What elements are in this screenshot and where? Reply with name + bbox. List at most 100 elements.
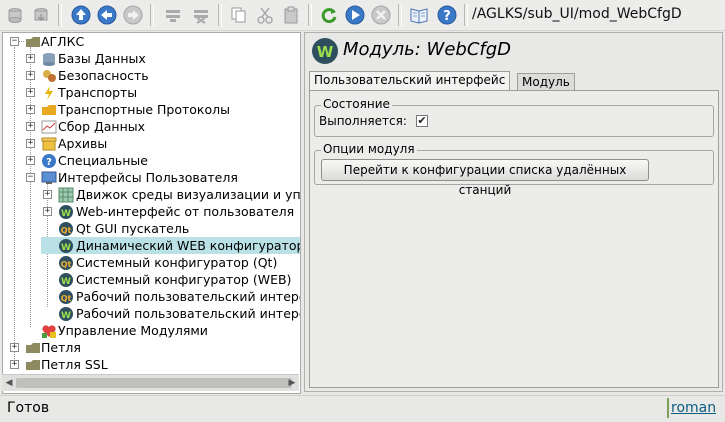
web-module-icon: W <box>59 273 73 287</box>
copy-icon[interactable] <box>228 4 250 26</box>
tree-item-module-management[interactable]: Управление Модулями <box>3 322 300 339</box>
play-icon[interactable] <box>344 4 366 26</box>
tree-item-label: Безопасность <box>58 68 149 83</box>
tab-content: Состояние Выполняется: ✔ Опции модуля Пе… <box>309 90 719 388</box>
expand-toggle[interactable]: + <box>10 343 19 352</box>
options-group: Опции модуля Перейти к конфигурации спис… <box>314 142 714 197</box>
tree-item-system-configurator-qt[interactable]: Qt Системный конфигуратор (Qt) <box>3 254 300 271</box>
expand-toggle[interactable]: + <box>26 88 35 97</box>
tree-item-loop-ssl[interactable]: + Петля SSL <box>3 356 300 373</box>
tree-item-webcfgd[interactable]: W Динамический WEB конфигуратор <box>41 237 300 254</box>
folder-icon <box>26 37 40 47</box>
tree-item-transports[interactable]: + Транспорты <box>3 84 300 101</box>
expand-toggle[interactable]: + <box>10 360 19 369</box>
db-save-icon[interactable] <box>30 4 52 26</box>
tree-item-label: Динамический WEB конфигуратор <box>76 238 301 253</box>
qt-module-icon: Qt <box>59 222 73 236</box>
tree-item-work-ui-web[interactable]: W Рабочий пользовательский интерф <box>3 305 300 322</box>
tree-item-special[interactable]: + ? Специальные <box>3 152 300 169</box>
tree-item-label: Системный конфигуратор (Qt) <box>76 255 278 270</box>
grid-icon <box>58 187 74 203</box>
svg-text:W: W <box>317 43 334 61</box>
scroll-left-icon[interactable]: ◀ <box>3 377 15 389</box>
manual-icon[interactable] <box>408 4 430 26</box>
db-load-icon[interactable] <box>4 4 26 26</box>
user-link[interactable]: roman <box>667 398 725 418</box>
tree-item-aglks[interactable]: − АГЛКС <box>3 33 300 50</box>
tree-item-qt-starter[interactable]: Qt Qt GUI пускатель <box>3 220 300 237</box>
running-checkbox[interactable]: ✔ <box>416 115 428 127</box>
path-label: /AGLKS/sub_UI/mod_WebCfgD <box>472 6 682 22</box>
tab-module[interactable]: Модуль <box>517 73 575 91</box>
svg-text:W: W <box>61 209 71 219</box>
delete-item-icon[interactable] <box>190 4 212 26</box>
state-group: Состояние Выполняется: ✔ <box>314 97 714 137</box>
svg-text:W: W <box>61 243 71 253</box>
monitor-icon <box>41 171 57 184</box>
tree-item-databases[interactable]: + Базы Данных <box>3 50 300 67</box>
svg-text:?: ? <box>46 157 52 168</box>
tab-user-interface[interactable]: Пользовательский интерфейс <box>309 71 511 91</box>
back-arrow-icon[interactable] <box>96 4 118 26</box>
lightning-icon <box>45 86 53 100</box>
status-text: Готов <box>7 400 50 416</box>
running-label: Выполняется: <box>319 114 407 128</box>
expand-toggle[interactable]: + <box>26 105 35 114</box>
stop-icon[interactable] <box>370 4 392 26</box>
tree-item-vision-engine[interactable]: + Движок среды визуализации и упр <box>3 186 300 203</box>
modules-icon <box>42 325 56 338</box>
options-group-title: Опции модуля <box>321 142 417 156</box>
expand-toggle[interactable]: + <box>26 54 35 63</box>
help-icon[interactable]: ? <box>436 4 458 26</box>
tree-item-label: Петля <box>41 340 81 355</box>
tree-item-web-user[interactable]: + W Web-интерфейс от пользователя <box>3 203 300 220</box>
database-icon <box>43 53 55 66</box>
expand-toggle[interactable]: + <box>43 207 52 216</box>
svg-text:Qt: Qt <box>61 226 72 235</box>
question-icon: ? <box>42 154 56 168</box>
cut-icon[interactable] <box>254 4 276 26</box>
tree-item-security[interactable]: + Безопасность <box>3 67 300 84</box>
expand-toggle[interactable]: + <box>26 139 35 148</box>
folder-icon <box>26 360 40 370</box>
svg-text:Qt: Qt <box>61 260 72 269</box>
tree-item-label: Петля SSL <box>41 357 108 372</box>
navigation-tree[interactable]: − АГЛКС + Базы Данных + Безопасность + Т… <box>2 32 301 394</box>
remote-stations-config-button[interactable]: Перейти к конфигурации списка удалённых … <box>321 159 649 197</box>
tree-item-data-acquisition[interactable]: + Сбор Данных <box>3 118 300 135</box>
expand-toggle[interactable]: + <box>26 71 35 80</box>
scroll-right-icon[interactable]: ▶ <box>286 377 298 389</box>
tree-item-label: Специальные <box>58 153 148 168</box>
archive-icon <box>41 137 57 151</box>
svg-text:?: ? <box>443 9 451 24</box>
tree-item-label: Рабочий пользовательский интерф <box>76 306 301 321</box>
add-item-icon[interactable] <box>162 4 184 26</box>
expand-toggle[interactable]: + <box>26 156 35 165</box>
state-group-title: Состояние <box>321 97 392 111</box>
tree-item-transport-protocols[interactable]: + Транспортные Протоколы <box>3 101 300 118</box>
tree-item-archives[interactable]: + Архивы <box>3 135 300 152</box>
collapse-toggle[interactable]: − <box>26 173 35 182</box>
scrollbar-thumb[interactable] <box>16 378 292 388</box>
collapse-toggle[interactable]: − <box>10 37 19 46</box>
chart-icon <box>41 120 57 134</box>
expand-toggle[interactable]: + <box>43 190 52 199</box>
tree-item-system-configurator-web[interactable]: W Системный конфигуратор (WEB) <box>3 271 300 288</box>
up-arrow-icon[interactable] <box>70 4 92 26</box>
tree-horizontal-scrollbar[interactable]: ◀ ▶ <box>2 374 299 391</box>
tree-item-loop[interactable]: + Петля <box>3 339 300 356</box>
tree-item-label: Базы Данных <box>58 51 146 66</box>
qt-module-icon: Qt <box>59 290 73 304</box>
tree-item-work-ui-qt[interactable]: Qt Рабочий пользовательский интерф <box>3 288 300 305</box>
tree-item-label: Движок среды визуализации и упр <box>76 187 301 202</box>
security-icon <box>43 70 56 82</box>
expand-toggle[interactable]: + <box>26 122 35 131</box>
svg-text:Qt: Qt <box>61 294 72 303</box>
refresh-icon[interactable] <box>318 4 340 26</box>
forward-arrow-icon[interactable] <box>122 4 144 26</box>
tree-item-label: Управление Модулями <box>58 323 208 338</box>
paste-icon[interactable] <box>280 4 302 26</box>
tree-item-user-interfaces[interactable]: − Интерфейсы Пользователя <box>3 169 300 186</box>
tree-item-label: Транспорты <box>58 85 138 100</box>
folder-icon <box>26 343 40 353</box>
